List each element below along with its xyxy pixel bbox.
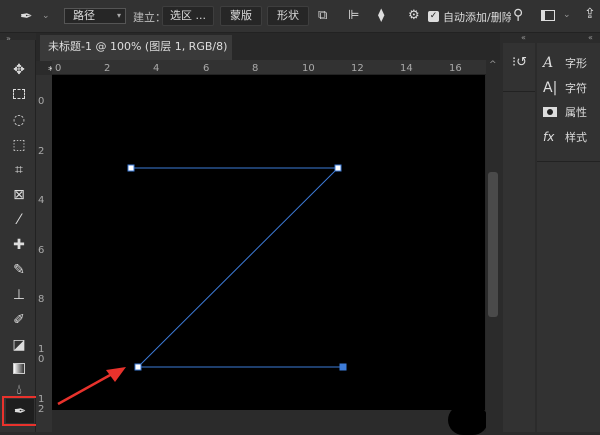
horizontal-scroll-area (52, 410, 462, 432)
panel-item-character[interactable]: A| 字符 (543, 78, 587, 98)
panel-label: 字形 (565, 57, 587, 70)
scroll-up-icon[interactable]: ^ (489, 60, 497, 70)
styles-icon: fx (543, 130, 555, 144)
glyphs-icon: A (543, 55, 554, 71)
properties-icon (543, 102, 565, 122)
panel-item-glyphs[interactable]: A 字形 (543, 53, 587, 73)
right-panel: A 字形 A| 字符 属性 fx 样式 (537, 43, 600, 432)
scroll-thumb[interactable] (488, 172, 498, 317)
anchor-point[interactable] (134, 363, 142, 371)
panel-label: 属性 (565, 106, 587, 119)
canvas-shadow (448, 405, 488, 435)
panel-item-properties[interactable]: 属性 (543, 102, 587, 122)
panel-item-styles[interactable]: fx 样式 (543, 127, 587, 147)
anchor-point[interactable] (127, 164, 135, 172)
z-path[interactable] (131, 167, 343, 368)
panel-label: 字符 (565, 82, 587, 95)
panel-label: 样式 (565, 131, 587, 144)
anchor-point-selected[interactable] (339, 363, 347, 371)
character-icon: A| (543, 80, 558, 96)
anchor-point[interactable] (334, 164, 342, 172)
history-icon[interactable]: ⁝↺ (512, 55, 527, 70)
red-arrow (57, 372, 113, 406)
history-panel-dock: ⁝↺ (503, 43, 535, 432)
